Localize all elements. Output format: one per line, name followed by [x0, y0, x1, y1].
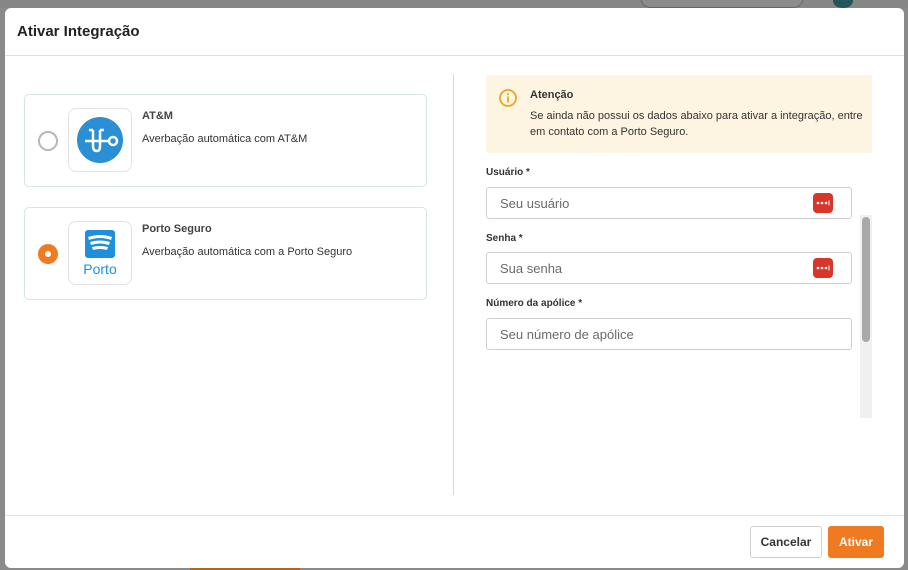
modal-header: Ativar Integração — [5, 8, 904, 56]
cancel-button[interactable]: Cancelar — [750, 526, 822, 558]
info-icon — [499, 89, 517, 112]
activate-integration-modal: Ativar Integração AT&M Averbação automát… — [5, 8, 904, 568]
form-scrollbar[interactable] — [860, 215, 872, 418]
username-label: Usuário * — [486, 167, 530, 178]
attention-alert: Atenção Se ainda não possui os dados aba… — [486, 75, 872, 153]
policy-number-input[interactable] — [486, 318, 852, 350]
option-name: AT&M — [142, 110, 173, 122]
password-label: Senha * — [486, 233, 523, 244]
option-card-atm[interactable]: AT&M Averbação automática com AT&M — [24, 94, 427, 187]
modal-body: AT&M Averbação automática com AT&M Porto… — [5, 56, 904, 515]
porto-logo-text: Porto — [83, 261, 117, 277]
policy-number-label: Número da apólice * — [486, 298, 583, 309]
vertical-divider — [453, 74, 454, 495]
scrollbar-thumb[interactable] — [862, 217, 870, 342]
atm-logo — [68, 108, 132, 172]
modal-footer: Cancelar Ativar — [5, 515, 904, 568]
password-manager-icon[interactable] — [813, 193, 833, 213]
option-description: Averbação automática com AT&M — [142, 133, 308, 145]
password-input[interactable] — [486, 252, 852, 284]
activate-button[interactable]: Ativar — [828, 526, 884, 558]
alert-title: Atenção — [530, 89, 574, 101]
option-name: Porto Seguro — [142, 223, 212, 235]
backdrop-search — [640, 0, 804, 8]
radio-atm[interactable] — [38, 131, 58, 151]
password-manager-icon[interactable] — [813, 258, 833, 278]
option-description: Averbação automática com a Porto Seguro — [142, 246, 353, 258]
modal-title: Ativar Integração — [17, 23, 140, 40]
porto-logo: Porto — [68, 221, 132, 285]
radio-porto-seguro[interactable] — [38, 244, 58, 264]
credentials-form: Usuário * Senha * Número da apólice * — [486, 164, 872, 367]
alert-text: Se ainda não possui os dados abaixo para… — [530, 110, 863, 138]
username-input[interactable] — [486, 187, 852, 219]
option-card-porto-seguro[interactable]: Porto Porto Seguro Averbação automática … — [24, 207, 427, 300]
